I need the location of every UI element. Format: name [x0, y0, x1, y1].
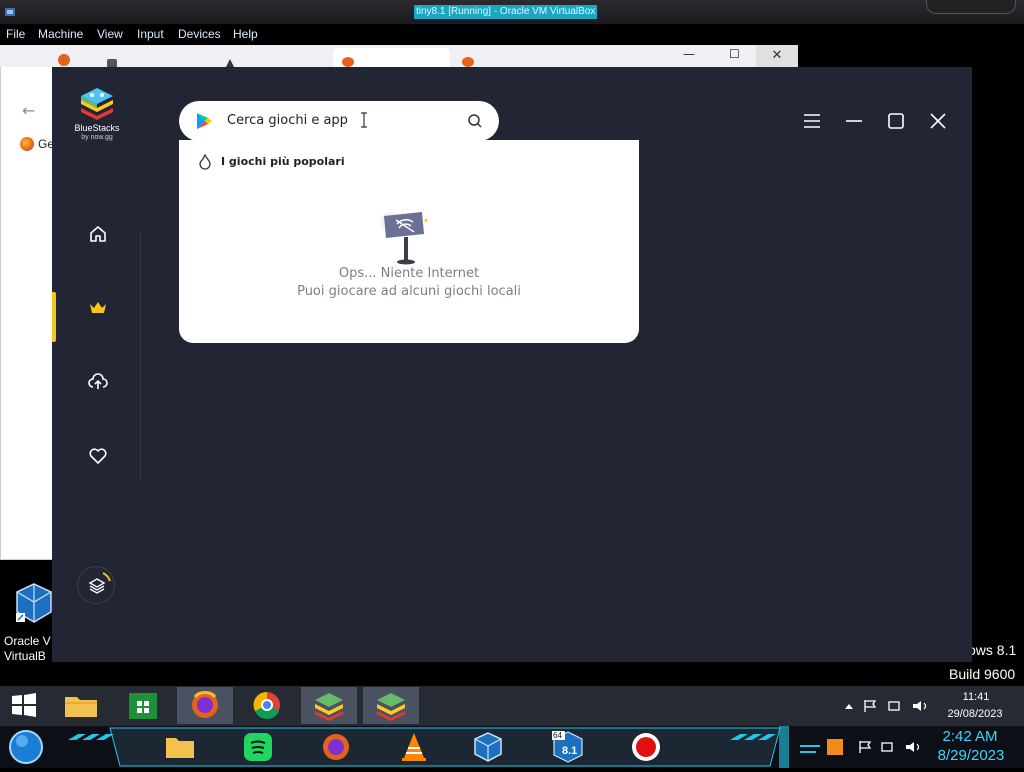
- firefox-maximize-button[interactable]: ☐: [729, 47, 740, 61]
- firefox-icon: [323, 734, 349, 760]
- host-system-tray[interactable]: [826, 738, 926, 756]
- host-vlc-button[interactable]: [396, 730, 432, 764]
- no-internet-title: Ops... Niente Internet: [338, 266, 480, 281]
- firefox-bookmark-icon[interactable]: [20, 137, 34, 151]
- windows-watermark-build: Build 9600: [949, 666, 1016, 682]
- vbox-window-title: tiny8.1 [Running] - Oracle VM VirtualBox: [414, 5, 598, 19]
- cloud-upload-icon[interactable]: [88, 372, 108, 392]
- vbox-title-decoration: [926, 0, 1016, 14]
- firefox-tab-icon[interactable]: [58, 54, 70, 66]
- menu-icon[interactable]: [803, 112, 821, 130]
- close-icon[interactable]: [929, 112, 947, 130]
- store-icon: [129, 693, 157, 719]
- volume-icon: [913, 701, 921, 711]
- flag-icon: [859, 741, 872, 753]
- windows-watermark-version: ows 8.1: [968, 642, 1017, 658]
- vbox-app-icon[interactable]: [3, 4, 17, 18]
- chevron-up-icon: [845, 704, 853, 709]
- record-icon: [632, 733, 660, 761]
- host-spotify-button[interactable]: [240, 730, 276, 764]
- firefox-tab-icon[interactable]: [462, 57, 474, 67]
- bluestacks-brand-sub: by now.gg: [81, 134, 113, 141]
- taskbar-bluestacks-button-2[interactable]: [363, 687, 419, 724]
- windows-logo-icon: [12, 693, 36, 717]
- virtualbox-icon: [474, 732, 502, 762]
- menu-file[interactable]: File: [6, 27, 25, 41]
- host-record-button[interactable]: [630, 731, 662, 763]
- heart-icon[interactable]: [88, 446, 108, 466]
- flag-icon: [864, 700, 877, 712]
- menu-devices[interactable]: Devices: [178, 27, 221, 41]
- system-tray[interactable]: [843, 698, 933, 714]
- fire-icon: [198, 153, 212, 170]
- bluestacks-brand-name: BlueStacks: [74, 123, 120, 133]
- vm-badge-version: 8.1: [562, 745, 578, 757]
- no-internet-sign-icon: [378, 208, 436, 266]
- bluestacks-logo[interactable]: [78, 86, 116, 122]
- chrome-icon: [253, 691, 280, 719]
- popular-games-label[interactable]: I giochi più popolari: [221, 155, 345, 168]
- network-icon: [888, 701, 900, 711]
- virtualbox-desktop-icon[interactable]: [14, 582, 54, 624]
- host-firefox-button[interactable]: [318, 730, 354, 764]
- firefox-icon: [192, 691, 218, 718]
- taskbar-explorer-button[interactable]: [53, 687, 109, 724]
- search-input[interactable]: Cerca giochi e app: [227, 113, 348, 128]
- vm-badge-arch: 64: [553, 731, 562, 740]
- text-cursor-icon: [360, 112, 368, 132]
- taskbar-clock-date[interactable]: 29/08/2023: [940, 708, 1010, 720]
- menu-machine[interactable]: Machine: [38, 27, 83, 41]
- multi-instance-button[interactable]: [77, 566, 115, 604]
- firefox-close-button[interactable]: ✕: [756, 45, 798, 67]
- sidebar-active-indicator: [52, 292, 56, 342]
- search-icon[interactable]: [467, 113, 483, 129]
- folder-icon: [65, 697, 97, 717]
- vlc-icon: [402, 733, 426, 761]
- bluestacks-icon: [315, 693, 343, 721]
- host-clock-time[interactable]: 2:42 AM: [940, 728, 1000, 745]
- firefox-tab-icon[interactable]: [224, 55, 236, 69]
- taskbar-clock-time[interactable]: 11:41: [948, 691, 1004, 703]
- start-button[interactable]: [10, 692, 38, 718]
- firefox-back-button[interactable]: ←: [22, 101, 35, 120]
- taskbar-bluestacks-button[interactable]: [301, 687, 357, 724]
- taskbar-store-button[interactable]: [115, 687, 171, 724]
- sidebar-divider: [140, 230, 141, 480]
- firefox-minimize-button[interactable]: —: [683, 47, 695, 61]
- firefox-tab-icon[interactable]: [106, 55, 118, 69]
- play-store-icon: [195, 112, 213, 130]
- layers-icon: [88, 572, 111, 594]
- crown-icon[interactable]: [88, 298, 108, 318]
- folder-icon: [166, 738, 194, 758]
- menu-input[interactable]: Input: [137, 27, 164, 41]
- no-internet-subtitle: Puoi giocare ad alcuni giochi locali: [297, 284, 521, 299]
- host-virtualbox-button[interactable]: [470, 730, 506, 764]
- network-icon: [881, 742, 893, 752]
- menu-view[interactable]: View: [97, 27, 123, 41]
- taskbar-chrome-button[interactable]: [239, 687, 295, 724]
- bluestacks-icon: [377, 693, 405, 721]
- host-explorer-button[interactable]: [162, 730, 198, 764]
- volume-icon: [906, 742, 914, 752]
- spotify-icon: [244, 733, 272, 761]
- app-tray-icon: [827, 739, 843, 755]
- menu-help[interactable]: Help: [233, 27, 258, 41]
- orb-icon: [9, 730, 43, 764]
- firefox-tab-icon: [342, 57, 354, 67]
- host-start-orb[interactable]: [8, 729, 44, 765]
- maximize-icon[interactable]: [887, 112, 905, 130]
- home-icon[interactable]: [88, 224, 108, 244]
- host-clock-date[interactable]: 8/29/2023: [934, 747, 1008, 764]
- taskbar-firefox-button[interactable]: [177, 687, 233, 724]
- minimize-icon[interactable]: [845, 112, 863, 130]
